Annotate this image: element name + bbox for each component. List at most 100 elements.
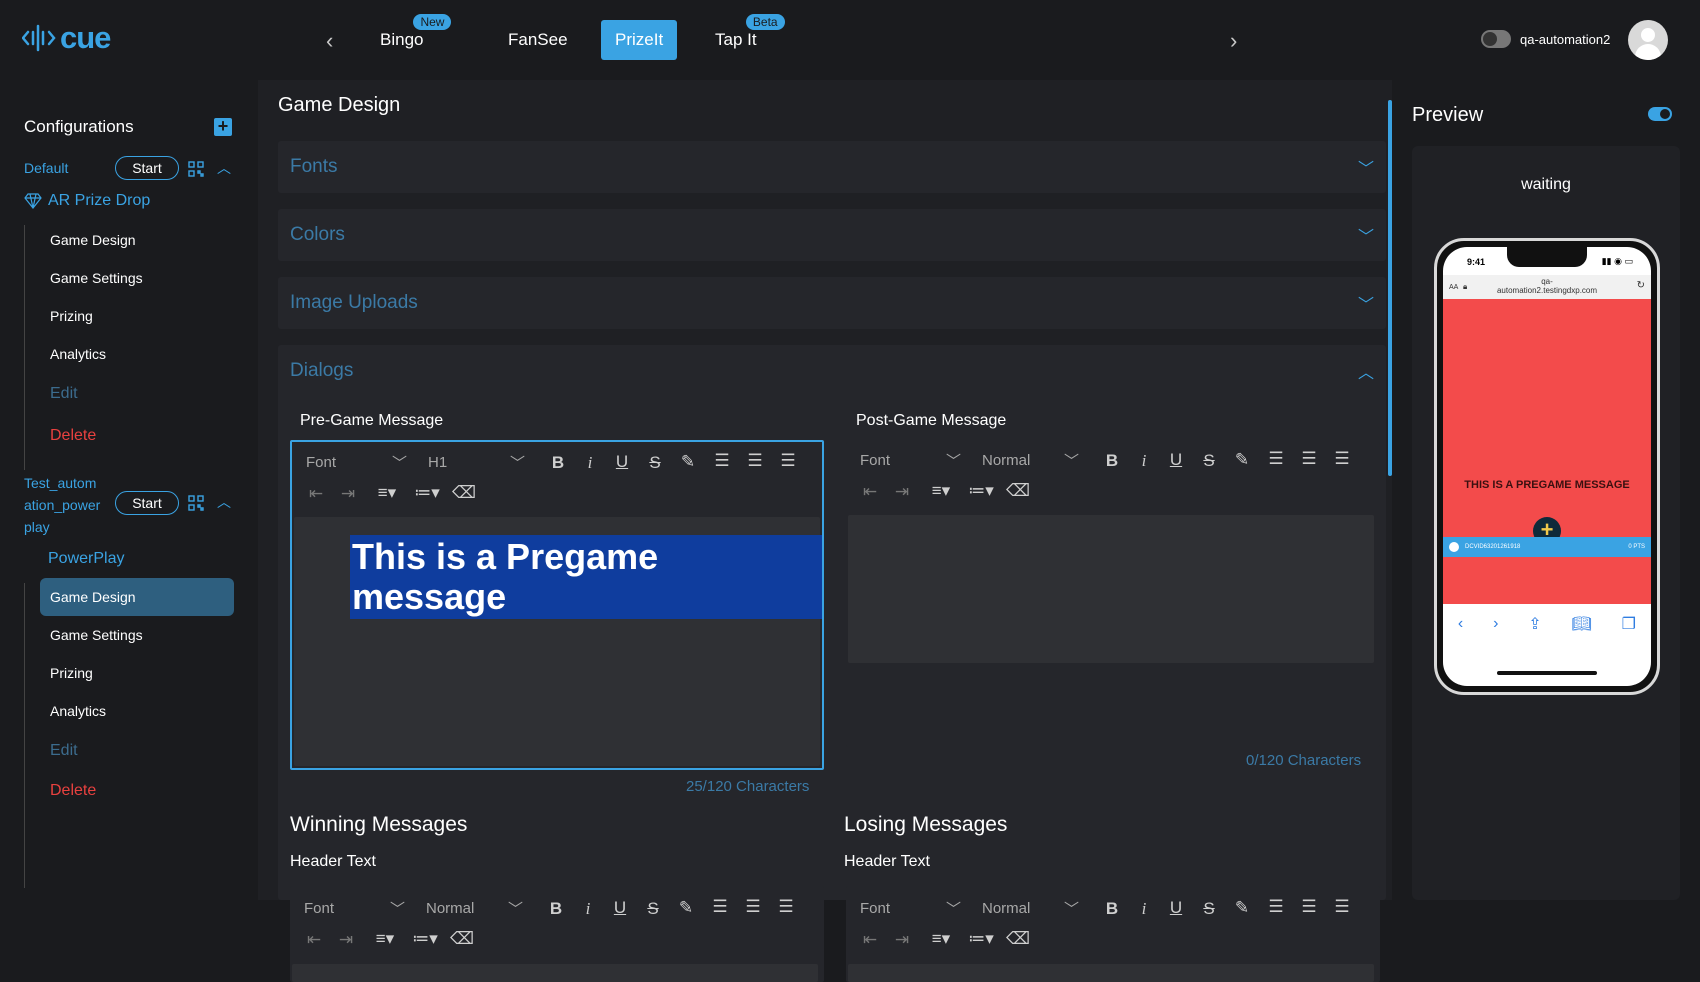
pregame-text-content[interactable]: This is a Pregame message bbox=[350, 535, 822, 619]
qr-code-icon[interactable] bbox=[188, 495, 204, 511]
align-center-icon[interactable]: ☰ bbox=[743, 451, 767, 471]
accordion-label[interactable]: Dialogs bbox=[290, 360, 353, 382]
italic-icon[interactable]: i bbox=[578, 453, 602, 473]
italic-icon[interactable]: i bbox=[576, 899, 600, 919]
bold-icon[interactable]: B bbox=[1100, 899, 1124, 919]
chevron-down-icon[interactable]: ﹀ bbox=[946, 898, 961, 919]
chevron-up-icon[interactable]: ︿ bbox=[1358, 359, 1374, 383]
tab-tap-it[interactable]: Tap It Beta bbox=[701, 14, 785, 60]
numbered-list-icon[interactable]: ≡▾ bbox=[924, 929, 958, 949]
font-select[interactable]: Font bbox=[304, 900, 334, 917]
losing-text-area[interactable] bbox=[848, 964, 1374, 982]
align-right-icon[interactable]: ☰ bbox=[1330, 449, 1354, 469]
accordion-image-uploads[interactable]: Image Uploads ﹀ bbox=[278, 277, 1386, 329]
heading-select[interactable]: H1 bbox=[428, 454, 447, 471]
collapse-icon[interactable]: ︿ bbox=[217, 492, 231, 512]
heading-select[interactable]: Normal bbox=[982, 452, 1030, 469]
outdent-icon[interactable]: ⇤ bbox=[858, 482, 882, 502]
align-right-icon[interactable]: ☰ bbox=[1330, 897, 1354, 917]
sidebar-item-analytics[interactable]: Analytics bbox=[40, 692, 234, 730]
align-center-icon[interactable]: ☰ bbox=[1297, 897, 1321, 917]
scroll-right-icon[interactable]: › bbox=[1230, 28, 1237, 54]
align-left-icon[interactable]: ☰ bbox=[1264, 897, 1288, 917]
numbered-list-icon[interactable]: ≡▾ bbox=[370, 483, 404, 503]
eraser-icon[interactable]: ⌫ bbox=[1006, 929, 1030, 949]
tab-fansee[interactable]: FanSee bbox=[494, 20, 582, 60]
chevron-down-icon[interactable]: ﹀ bbox=[946, 450, 961, 471]
losing-header-editor[interactable]: Font ﹀ Normal ﹀ B i U S ✎ ☰ ☰ ☰ ⇤ ⇥ ≡▾ ≔… bbox=[846, 886, 1380, 982]
config-name-default[interactable]: Default bbox=[24, 160, 68, 176]
highlighter-icon[interactable]: ✎ bbox=[676, 452, 700, 472]
indent-icon[interactable]: ⇥ bbox=[890, 482, 914, 502]
align-left-icon[interactable]: ☰ bbox=[710, 451, 734, 471]
bold-icon[interactable]: B bbox=[546, 453, 570, 473]
highlighter-icon[interactable]: ✎ bbox=[1230, 898, 1254, 918]
align-right-icon[interactable]: ☰ bbox=[774, 897, 798, 917]
indent-icon[interactable]: ⇥ bbox=[336, 484, 360, 504]
bullet-list-icon[interactable]: ≔▾ bbox=[964, 481, 998, 501]
underline-icon[interactable]: U bbox=[608, 898, 632, 918]
align-right-icon[interactable]: ☰ bbox=[776, 451, 800, 471]
collapse-icon[interactable]: ︿ bbox=[217, 158, 231, 178]
chevron-down-icon[interactable]: ﹀ bbox=[1064, 898, 1079, 919]
avatar[interactable] bbox=[1628, 20, 1668, 60]
numbered-list-icon[interactable]: ≡▾ bbox=[924, 481, 958, 501]
font-select[interactable]: Font bbox=[306, 454, 336, 471]
bullet-list-icon[interactable]: ≔▾ bbox=[964, 929, 998, 949]
accordion-colors[interactable]: Colors ﹀ bbox=[278, 209, 1386, 261]
game-ar-prize-drop[interactable]: AR Prize Drop bbox=[24, 192, 150, 210]
delete-link[interactable]: Delete bbox=[40, 772, 234, 810]
highlighter-icon[interactable]: ✎ bbox=[1230, 450, 1254, 470]
underline-icon[interactable]: U bbox=[610, 452, 634, 472]
strikethrough-icon[interactable]: S bbox=[641, 899, 665, 919]
chevron-down-icon[interactable]: ﹀ bbox=[392, 452, 407, 473]
preview-toggle[interactable] bbox=[1648, 107, 1672, 121]
pregame-editor[interactable]: Font ﹀ H1 ﹀ B i U S ✎ ☰ ☰ ☰ ⇤ ⇥ ≡▾ ≔▾ ⌫ … bbox=[290, 440, 824, 770]
heading-select[interactable]: Normal bbox=[426, 900, 474, 917]
start-button[interactable]: Start bbox=[115, 491, 179, 515]
winning-text-area[interactable] bbox=[292, 964, 818, 982]
numbered-list-icon[interactable]: ≡▾ bbox=[368, 929, 402, 949]
underline-icon[interactable]: U bbox=[1164, 450, 1188, 470]
theme-toggle[interactable] bbox=[1481, 30, 1511, 48]
font-select[interactable]: Font bbox=[860, 900, 890, 917]
chevron-down-icon[interactable]: ﹀ bbox=[510, 452, 525, 473]
chevron-down-icon[interactable]: ﹀ bbox=[508, 898, 523, 919]
postgame-editor[interactable]: Font ﹀ Normal ﹀ B i U S ✎ ☰ ☰ ☰ ⇤ ⇥ ≡▾ ≔… bbox=[846, 442, 1380, 747]
sidebar-item-analytics[interactable]: Analytics bbox=[40, 335, 234, 373]
strikethrough-icon[interactable]: S bbox=[643, 453, 667, 473]
qr-code-icon[interactable] bbox=[188, 161, 204, 177]
align-center-icon[interactable]: ☰ bbox=[741, 897, 765, 917]
sidebar-item-game-settings[interactable]: Game Settings bbox=[40, 616, 234, 654]
tab-bingo[interactable]: Bingo New bbox=[366, 14, 452, 60]
align-left-icon[interactable]: ☰ bbox=[708, 897, 732, 917]
sidebar-item-game-settings[interactable]: Game Settings bbox=[40, 259, 234, 297]
indent-icon[interactable]: ⇥ bbox=[334, 930, 358, 950]
eraser-icon[interactable]: ⌫ bbox=[452, 483, 476, 503]
underline-icon[interactable]: U bbox=[1164, 898, 1188, 918]
outdent-icon[interactable]: ⇤ bbox=[304, 484, 328, 504]
font-select[interactable]: Font bbox=[860, 452, 890, 469]
align-left-icon[interactable]: ☰ bbox=[1264, 449, 1288, 469]
bold-icon[interactable]: B bbox=[1100, 451, 1124, 471]
indent-icon[interactable]: ⇥ bbox=[890, 930, 914, 950]
config-name-test-automation[interactable]: Test_autom ation_power play bbox=[24, 472, 100, 538]
tab-prizeit[interactable]: PrizeIt bbox=[601, 20, 678, 60]
eraser-icon[interactable]: ⌫ bbox=[450, 929, 474, 949]
sidebar-item-game-design[interactable]: Game Design bbox=[40, 578, 234, 616]
sidebar-item-game-design[interactable]: Game Design bbox=[40, 221, 234, 259]
eraser-icon[interactable]: ⌫ bbox=[1006, 481, 1030, 501]
chevron-down-icon[interactable]: ﹀ bbox=[1064, 450, 1079, 471]
game-powerplay[interactable]: PowerPlay bbox=[48, 550, 124, 568]
italic-icon[interactable]: i bbox=[1132, 899, 1156, 919]
sidebar-item-prizing[interactable]: Prizing bbox=[40, 654, 234, 692]
accordion-fonts[interactable]: Fonts ﹀ bbox=[278, 141, 1386, 193]
delete-link[interactable]: Delete bbox=[40, 417, 234, 455]
postgame-text-area[interactable] bbox=[848, 515, 1374, 663]
sidebar-item-prizing[interactable]: Prizing bbox=[40, 297, 234, 335]
winning-header-editor[interactable]: Font ﹀ Normal ﹀ B i U S ✎ ☰ ☰ ☰ ⇤ ⇥ ≡▾ ≔… bbox=[290, 886, 824, 982]
outdent-icon[interactable]: ⇤ bbox=[858, 930, 882, 950]
scroll-left-icon[interactable]: ‹ bbox=[326, 28, 333, 54]
heading-select[interactable]: Normal bbox=[982, 900, 1030, 917]
cue-logo[interactable]: cue bbox=[22, 20, 111, 56]
